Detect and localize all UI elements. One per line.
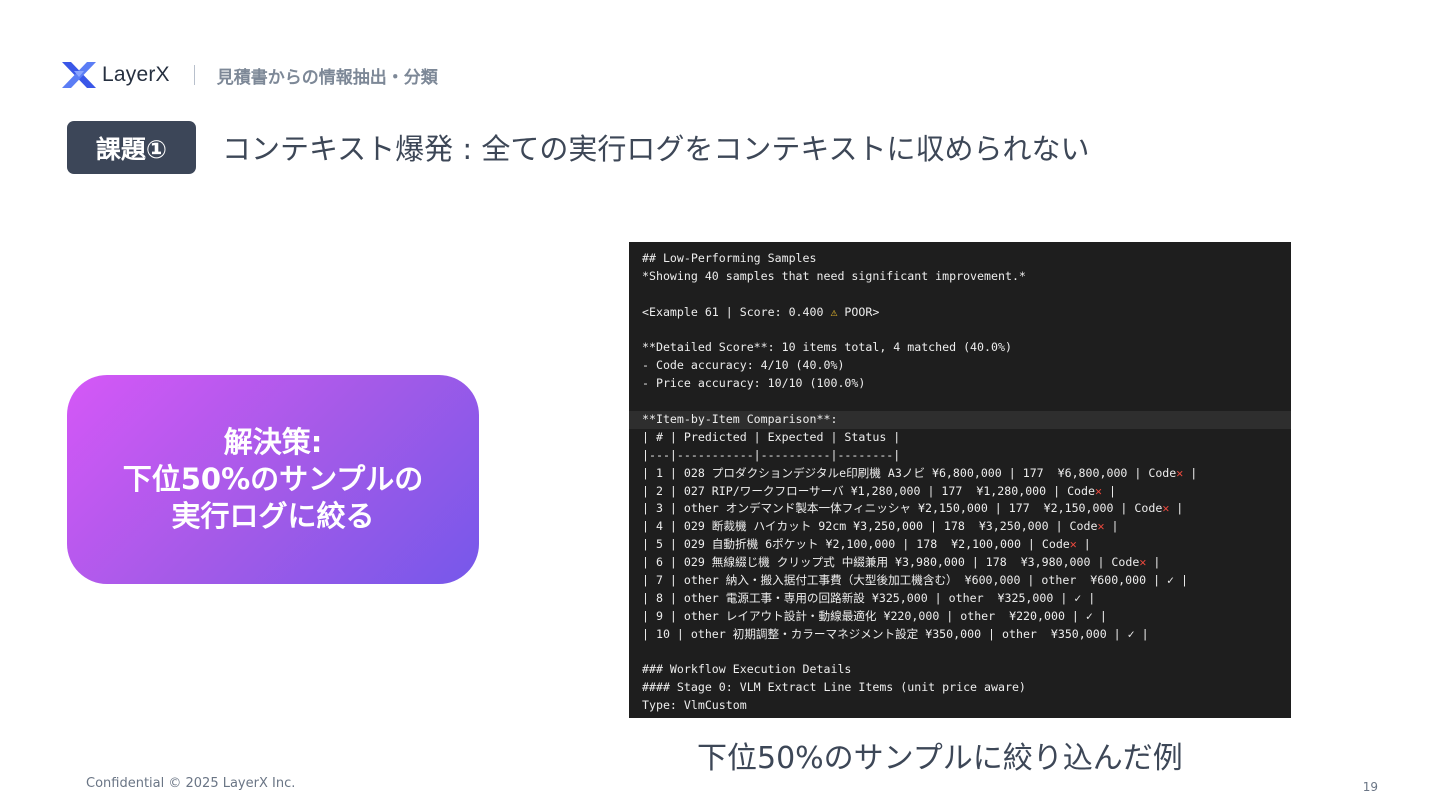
issue-badge: 課題①	[67, 121, 196, 174]
table-row: | 4 | 029 断裁機 ハイカット 92cm ¥3,250,000 | 17…	[642, 519, 1119, 534]
table-row: | 1 | 028 プロダクションデジタルe印刷機 A3ノビ ¥6,800,00…	[642, 465, 1198, 480]
table-row: | 2 | 027 RIP/ワークフローサーバ ¥1,280,000 | 177…	[642, 483, 1116, 498]
terminal-log-screenshot: ## Low-Performing Samples *Showing 40 sa…	[629, 242, 1291, 718]
table-row: | 5 | 029 自動折機 6ポケット ¥2,100,000 | 178 ¥2…	[642, 537, 1091, 552]
example-suffix: POOR>	[837, 304, 880, 319]
table-row: | 9 | other レイアウト設計・動線最適化 ¥220,000 | oth…	[642, 608, 1107, 623]
section-title: 見積書からの情報抽出・分類	[216, 67, 438, 88]
code-accuracy: - Code accuracy: 4/10 (40.0%)	[642, 358, 845, 373]
log-heading: ## Low-Performing Samples	[642, 251, 817, 265]
comparison-title: **Item-by-Item Comparison**:	[629, 411, 1291, 429]
stage-title: #### Stage 0: VLM Extract Line Items (un…	[642, 680, 1026, 695]
slide-header: LayerX 見積書からの情報抽出・分類	[62, 60, 438, 90]
header-divider	[193, 65, 195, 85]
cross-icon: ✕	[1095, 483, 1102, 498]
table-header: | # | Predicted | Expected | Status |	[642, 429, 901, 444]
table-row: | 10 | other 初期調整・カラーマネジメント設定 ¥350,000 |…	[642, 626, 1149, 641]
table-row: | 7 | other 納入・搬入据付工事費（大型後加工機含む） ¥600,00…	[642, 573, 1188, 588]
table-row: | 6 | 029 無線綴じ機 クリップ式 中綴兼用 ¥3,980,000 | …	[642, 555, 1161, 570]
solution-line: 実行ログに絞る	[171, 499, 375, 533]
layerx-logo-icon	[62, 62, 96, 88]
solution-line: 解決策:	[223, 425, 323, 459]
solution-box: 解決策: 下位50%のサンプルの 実行ログに絞る	[67, 375, 479, 584]
example-line: <Example 61 | Score: 0.400 ⚠ POOR>	[629, 304, 1291, 322]
image-caption: 下位50%のサンプルに絞り込んだ例	[697, 741, 1183, 776]
log-subheading: *Showing 40 samples that need significan…	[642, 268, 1026, 283]
type-line: Type: VlmCustom	[642, 698, 747, 713]
table-separator: |---|-----------|----------|--------|	[642, 447, 901, 462]
table-row: | 3 | other オンデマンド製本一体フィニッシャ ¥2,150,000 …	[642, 501, 1184, 516]
logo-text: LayerX	[102, 63, 170, 86]
solution-line: 下位50%のサンプルの	[122, 462, 424, 496]
table-row: | 8 | other 電源工事・専用の回路新設 ¥325,000 | othe…	[642, 590, 1096, 605]
example-prefix: <Example 61 | Score: 0.400	[642, 304, 831, 319]
confidential-footer: Confidential © 2025 LayerX Inc.	[86, 776, 296, 791]
page-number: 19	[1362, 780, 1378, 794]
price-accuracy: - Price accuracy: 10/10 (100.0%)	[642, 376, 866, 391]
slide-headline: コンテキスト爆発 : 全ての実行ログをコンテキストに収められない	[222, 132, 1090, 166]
score-summary: **Detailed Score**: 10 items total, 4 ma…	[642, 340, 1012, 355]
workflow-title: ### Workflow Execution Details	[642, 662, 852, 677]
cross-icon: ✕	[1069, 537, 1077, 552]
